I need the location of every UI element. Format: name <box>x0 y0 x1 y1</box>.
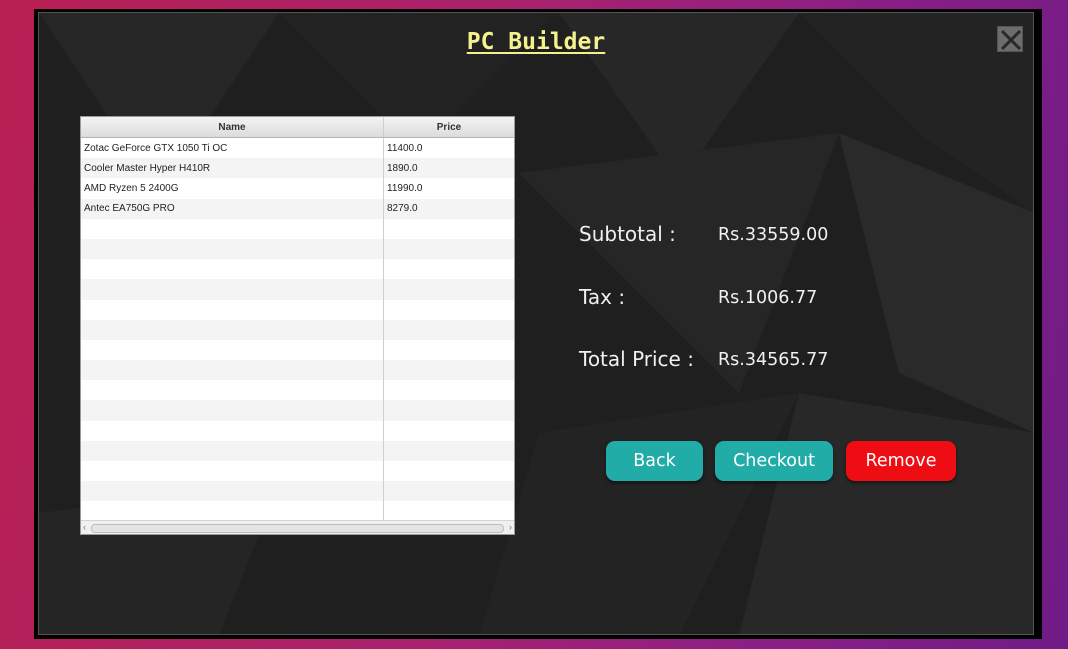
table-row-empty <box>81 218 514 239</box>
table-row-empty <box>81 299 514 320</box>
app-window: PC Builder Name Price Zotac GeForce GTX … <box>34 9 1042 639</box>
back-button[interactable]: Back <box>606 441 703 481</box>
parts-table[interactable]: Name Price Zotac GeForce GTX 1050 Ti OC … <box>80 116 515 535</box>
cell-name: Zotac GeForce GTX 1050 Ti OC <box>81 138 384 159</box>
table-body: Zotac GeForce GTX 1050 Ti OC 11400.0 Coo… <box>81 138 514 522</box>
table-row-empty <box>81 259 514 280</box>
table-row[interactable]: Cooler Master Hyper H410R 1890.0 <box>81 158 514 179</box>
app-panel: PC Builder Name Price Zotac GeForce GTX … <box>38 12 1034 635</box>
table-row-empty <box>81 339 514 361</box>
table-row[interactable]: Zotac GeForce GTX 1050 Ti OC 11400.0 <box>81 138 514 159</box>
subtotal-label: Subtotal : <box>579 222 676 246</box>
table-row-empty <box>81 360 514 381</box>
scroll-left-icon[interactable]: ‹ <box>83 522 86 532</box>
total-price-label: Total Price : <box>579 347 694 371</box>
table-row-empty <box>81 440 514 461</box>
table-row-empty <box>81 319 514 340</box>
cell-name: AMD Ryzen 5 2400G <box>81 178 384 199</box>
close-icon <box>1000 29 1022 51</box>
table-row-empty <box>81 481 514 502</box>
table-row-empty <box>81 501 514 522</box>
cell-name: Antec EA750G PRO <box>81 198 384 219</box>
column-header-name[interactable]: Name <box>81 117 384 137</box>
checkout-button[interactable]: Checkout <box>715 441 833 481</box>
close-button[interactable] <box>997 26 1023 52</box>
cell-price: 11400.0 <box>387 142 423 154</box>
total-price-value: Rs.34565.77 <box>718 350 829 370</box>
cell-price: 8279.0 <box>387 203 418 215</box>
scroll-right-icon[interactable]: › <box>509 522 512 532</box>
tax-label: Tax : <box>579 285 626 309</box>
remove-button[interactable]: Remove <box>846 441 956 481</box>
cell-price: 11990.0 <box>387 182 423 194</box>
cell-price: 1890.0 <box>387 162 418 174</box>
table-row-empty <box>81 380 514 401</box>
table-row[interactable]: Antec EA750G PRO 8279.0 <box>81 198 514 219</box>
table-row-empty <box>81 420 514 441</box>
table-row-empty <box>81 461 514 482</box>
table-row-empty <box>81 238 514 260</box>
table-row-empty <box>81 400 514 421</box>
subtotal-value: Rs.33559.00 <box>718 225 829 245</box>
horizontal-scrollbar[interactable]: ‹ › <box>81 520 514 534</box>
page-title: PC Builder <box>466 29 606 55</box>
table-header: Name Price <box>81 117 514 138</box>
table-row-empty <box>81 279 514 300</box>
table-row[interactable]: AMD Ryzen 5 2400G 11990.0 <box>81 178 514 199</box>
cell-name: Cooler Master Hyper H410R <box>81 158 384 179</box>
tax-value: Rs.1006.77 <box>718 288 818 308</box>
column-header-price[interactable]: Price <box>384 117 514 137</box>
scrollbar-thumb[interactable] <box>91 524 504 533</box>
